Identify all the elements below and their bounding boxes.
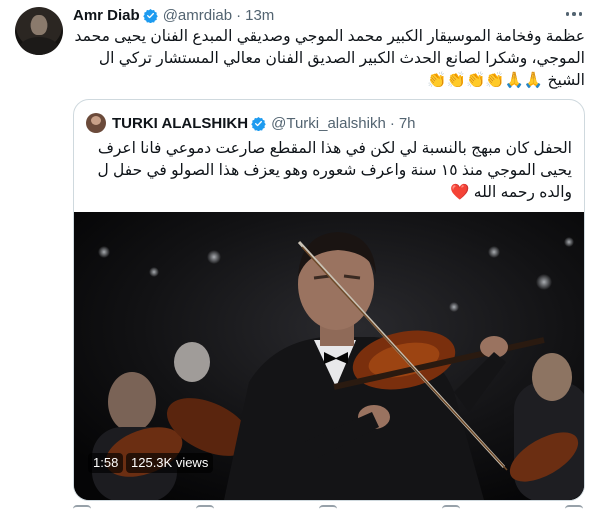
author-handle[interactable]: @amrdiab: [163, 7, 232, 24]
quoted-tweet[interactable]: TURKI ALALSHIKH @Turki_alalshikh · 7h ال…: [73, 99, 585, 501]
action-bar: [73, 505, 583, 514]
reply-icon[interactable]: [73, 505, 91, 516]
like-icon[interactable]: [319, 505, 337, 516]
quoted-text: الحفل كان مبهج بالنسبة لي لكن في هذا الم…: [86, 138, 572, 204]
avatar-shoulders: [19, 37, 59, 55]
quoted-text-body: الحفل كان مبهج بالنسبة لي لكن في هذا الم…: [97, 140, 572, 201]
more-dot: [572, 12, 576, 16]
author-avatar[interactable]: [15, 7, 63, 55]
video-views: 125.3K views: [126, 453, 214, 473]
quoted-author-avatar[interactable]: [86, 113, 106, 133]
quoted-header: TURKI ALALSHIKH @Turki_alalshikh · 7h: [86, 113, 416, 133]
verified-badge-icon: [142, 8, 158, 23]
quoted-handle[interactable]: @Turki_alalshikh: [271, 115, 386, 132]
heart-emoji: ❤️: [450, 184, 470, 201]
tweet-header: Amr Diab @amrdiab · 13m: [73, 4, 274, 26]
separator-dot: ·: [389, 114, 395, 132]
more-dot: [565, 12, 570, 16]
more-dot: [578, 12, 583, 16]
tweet-time[interactable]: 13m: [245, 7, 274, 24]
more-options-icon[interactable]: [563, 6, 585, 22]
quoted-author-name[interactable]: TURKI ALALSHIKH: [112, 115, 248, 132]
tweet[interactable]: Amr Diab @amrdiab · 13m عظمة وفخامة المو…: [0, 0, 607, 514]
video-duration: 1:58: [88, 453, 124, 473]
verified-badge-icon: [251, 116, 266, 131]
views-icon[interactable]: [442, 505, 460, 516]
share-icon[interactable]: [565, 505, 583, 516]
quoted-time[interactable]: 7h: [399, 115, 416, 132]
tweet-text: عظمة وفخامة الموسيقار الكبير محمد الموجي…: [74, 28, 585, 89]
author-name[interactable]: Amr Diab: [73, 7, 140, 24]
avatar-face: [31, 15, 47, 35]
separator-dot: ·: [236, 6, 242, 24]
retweet-icon[interactable]: [196, 505, 214, 516]
